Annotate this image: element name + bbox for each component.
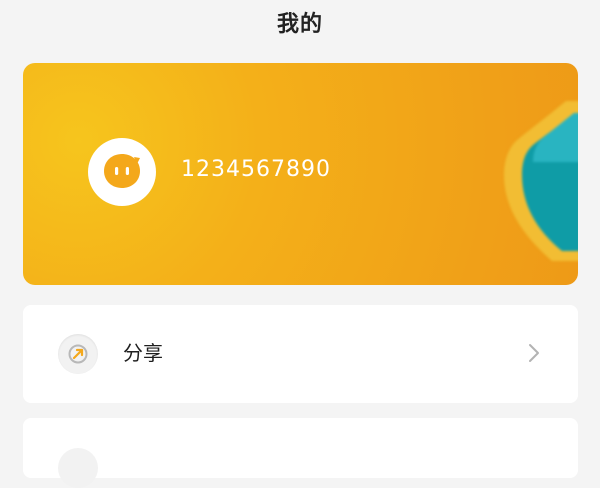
profile-card[interactable]: 1234567890 xyxy=(23,63,578,285)
user-id: 1234567890 xyxy=(181,157,331,182)
share-icon xyxy=(58,334,98,374)
chevron-right-icon xyxy=(529,344,539,362)
shield-icon xyxy=(504,101,578,261)
share-menu-item[interactable]: 分享 xyxy=(23,305,578,403)
share-label: 分享 xyxy=(123,341,163,365)
chat-bubble-face-icon xyxy=(104,154,140,188)
menu-icon xyxy=(58,448,98,488)
menu-item[interactable] xyxy=(23,418,578,488)
avatar[interactable] xyxy=(88,138,156,206)
page-title: 我的 xyxy=(276,12,323,37)
